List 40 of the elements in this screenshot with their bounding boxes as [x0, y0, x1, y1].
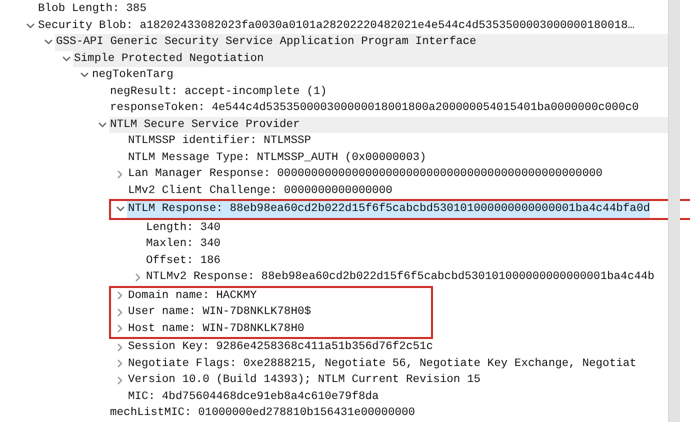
- tree-item[interactable]: Length: 340: [145, 220, 668, 236]
- tree-item[interactable]: NTLMv2 Response: 88eb98ea60cd2b022d15f6f5cabcbd530101000000000000001ba4c44b: [145, 269, 668, 286]
- chevron-down-icon[interactable]: [98, 122, 106, 128]
- chevron-down-icon[interactable]: [116, 206, 124, 212]
- chevron-right-icon[interactable]: [117, 291, 123, 300]
- chevron-right-icon[interactable]: [117, 359, 123, 368]
- tree-item[interactable]: Security Blob: a18202433082023fa0030a0101a28202220482021e4e544c4d5353500003000000180018…: [37, 18, 668, 34]
- scrollbar[interactable]: [668, 0, 680, 422]
- tree-item[interactable]: Simple Protected Negotiation: [73, 50, 668, 67]
- chevron-right-icon[interactable]: [117, 170, 123, 179]
- chevron-right-icon[interactable]: [135, 272, 141, 282]
- chevron-right-icon[interactable]: [117, 376, 123, 385]
- chevron-down-icon[interactable]: [80, 72, 88, 78]
- tree-item[interactable]: NTLMSSP identifier: NTLMSSP: [127, 133, 668, 150]
- tree-item[interactable]: NTLM Secure Service Provider: [109, 116, 668, 133]
- chevron-down-icon[interactable]: [26, 22, 34, 29]
- tree-item[interactable]: LMv2 Client Challenge: 0000000000000000: [127, 182, 668, 199]
- tree-item[interactable]: Version 10.0 (Build 14393); NTLM Current Revision 15: [127, 372, 668, 388]
- chevron-right-icon[interactable]: [117, 308, 123, 317]
- chevron-down-icon[interactable]: [62, 56, 70, 62]
- tree-item[interactable]: Domain name: HACKMY: [127, 288, 257, 304]
- tree-item[interactable]: Negotiate Flags: 0xe2888215, Negotiate 56, Negotiate Key Exchange, Negotiat: [127, 356, 668, 372]
- tree-item[interactable]: mechListMIC: 01000000ed278810b156431e00000000: [109, 405, 668, 422]
- tree-item[interactable]: Offset: 186: [145, 252, 668, 269]
- tree-item[interactable]: MIC: 4bd75604468dce91eb8a4c610e79f8da: [127, 388, 668, 405]
- chevron-down-icon[interactable]: [44, 39, 52, 46]
- tree-item[interactable]: Session Key: 9286e4258368c411a51b356d76f2c51c: [127, 339, 668, 356]
- tree-item[interactable]: Maxlen: 340: [145, 236, 668, 252]
- tree-item[interactable]: Blob Length: 385: [37, 1, 668, 18]
- tree-item[interactable]: Host name: WIN-7D8NKLK78H0: [127, 320, 304, 337]
- tree-item[interactable]: negResult: accept-incomplete (1): [109, 84, 668, 100]
- tree-item[interactable]: responseToken: 4e544c4d535350000300000018001800a200000054015401ba0000000c000c0: [109, 100, 668, 116]
- chevron-right-icon[interactable]: [117, 342, 123, 352]
- chevron-right-icon[interactable]: [117, 324, 123, 334]
- tree-item[interactable]: NTLM Response: 88eb98ea60cd2b022d15f6f5cabcbd530101000000000000001ba4c44bfa0d: [127, 201, 650, 218]
- tree-item[interactable]: Lan Manager Response: 000000000000000000000000000000000000000000000000: [127, 166, 668, 182]
- tree-item[interactable]: negTokenTarg: [91, 67, 668, 84]
- tree-item[interactable]: NTLM Message Type: NTLMSSP_AUTH (0x00000003): [127, 150, 668, 166]
- tree-item[interactable]: GSS-API Generic Security Service Application Program Interface: [55, 34, 668, 50]
- tree-item[interactable]: User name: WIN-7D8NKLK78H0$: [127, 304, 312, 320]
